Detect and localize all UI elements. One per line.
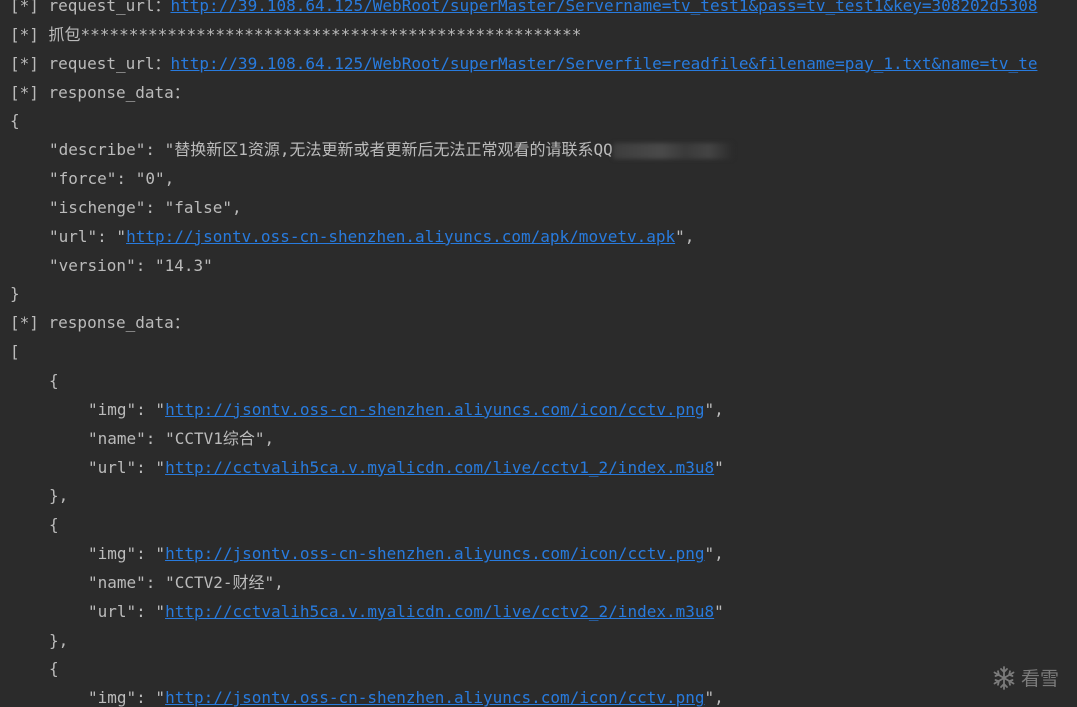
- json-field-url: "url": "http://cctvalih5ca.v.myalicdn.co…: [10, 454, 1077, 483]
- line-text: [*] response_data：: [10, 82, 190, 102]
- line-text: "ischenge": "false",: [49, 197, 242, 217]
- json-field-version: "version": "14.3": [10, 252, 1077, 281]
- request-url-link[interactable]: http://39.108.64.125/WebRoot/superMaster…: [171, 54, 1038, 73]
- line-text: {: [49, 370, 59, 390]
- log-line-response-data: [*] response_data：: [10, 79, 1077, 108]
- json-field-url: "url": "http://jsontv.oss-cn-shenzhen.al…: [10, 223, 1077, 252]
- json-field-img: "img": "http://jsontv.oss-cn-shenzhen.al…: [10, 540, 1077, 569]
- json-field-describe: "describe": "替换新区1资源,无法更新或者更新后无法正常观看的请联系…: [10, 136, 1077, 165]
- line-prefix: "url": ": [88, 601, 166, 621]
- line-suffix: ",: [675, 226, 695, 246]
- json-field-url: "url": "http://cctvalih5ca.v.myalicdn.co…: [10, 598, 1077, 627]
- line-text: },: [49, 486, 69, 506]
- watermark-text: 看雪: [1020, 668, 1059, 690]
- json-field-ischenge: "ischenge": "false",: [10, 194, 1077, 223]
- log-line-capture: [*] 抓包**********************************…: [10, 21, 1077, 50]
- log-line-request-url: [*] request_url：http://39.108.64.125/Web…: [10, 0, 1077, 21]
- line-text: "version": "14.3": [49, 255, 213, 275]
- json-field-name: "name": "CCTV1综合",: [10, 425, 1077, 454]
- json-object-open: {: [10, 367, 1077, 396]
- json-open-brace: {: [10, 107, 1077, 136]
- redacted-blur: [612, 142, 733, 159]
- line-text: [: [10, 342, 20, 362]
- line-text: "name": "CCTV2-财经",: [88, 572, 284, 592]
- line-text: [*] 抓包**********************************…: [10, 24, 582, 44]
- line-text: {: [10, 111, 20, 131]
- line-suffix: ",: [704, 688, 724, 707]
- json-field-name: "name": "CCTV2-财经",: [10, 569, 1077, 598]
- line-prefix: "url": ": [88, 457, 166, 477]
- img-url-link[interactable]: http://jsontv.oss-cn-shenzhen.aliyuncs.c…: [165, 544, 704, 563]
- img-url-link[interactable]: http://jsontv.oss-cn-shenzhen.aliyuncs.c…: [165, 400, 704, 419]
- json-field-img: "img": "http://jsontv.oss-cn-shenzhen.al…: [10, 684, 1077, 707]
- line-prefix: "img": ": [88, 399, 166, 419]
- line-suffix: ",: [704, 544, 724, 564]
- json-field-force: "force": "0",: [10, 165, 1077, 194]
- request-url-link[interactable]: http://39.108.64.125/WebRoot/superMaster…: [171, 0, 1038, 15]
- log-line-request-url: [*] request_url：http://39.108.64.125/Web…: [10, 50, 1077, 79]
- line-suffix: ": [714, 601, 724, 621]
- json-object-open: {: [10, 511, 1077, 540]
- line-prefix: [*] request_url：: [10, 53, 171, 73]
- line-prefix: [*] request_url：: [10, 0, 171, 15]
- line-text: {: [49, 515, 59, 535]
- line-text: },: [49, 630, 69, 650]
- apk-url-link[interactable]: http://jsontv.oss-cn-shenzhen.aliyuncs.c…: [126, 227, 675, 246]
- watermark: 看雪: [991, 664, 1059, 691]
- line-text: "name": "CCTV1综合",: [88, 428, 275, 448]
- line-text: }: [10, 284, 20, 304]
- console-lines: [*] request_url：http://39.108.64.125/Web…: [10, 0, 1077, 707]
- snowflake-icon: [991, 665, 1017, 691]
- json-open-bracket: [: [10, 338, 1077, 367]
- line-prefix: "img": ": [88, 544, 166, 564]
- line-suffix: ",: [704, 399, 724, 419]
- line-prefix: "img": ": [88, 688, 166, 707]
- json-close-brace: }: [10, 280, 1077, 309]
- line-text: "describe": "替换新区1资源,无法更新或者更新后无法正常观看的请联系…: [49, 140, 613, 160]
- img-url-link[interactable]: http://jsontv.oss-cn-shenzhen.aliyuncs.c…: [165, 688, 704, 707]
- log-line-response-data: [*] response_data：: [10, 309, 1077, 338]
- json-object-open: {: [10, 655, 1077, 684]
- stream-url-link[interactable]: http://cctvalih5ca.v.myalicdn.com/live/c…: [165, 458, 714, 477]
- line-text: [*] response_data：: [10, 313, 190, 333]
- line-prefix: "url": ": [49, 226, 127, 246]
- json-object-close: },: [10, 482, 1077, 511]
- line-suffix: ": [714, 457, 724, 477]
- json-object-close: },: [10, 627, 1077, 656]
- line-text: {: [49, 659, 59, 679]
- console-output: [*] request_url：http://39.108.64.125/Web…: [0, 0, 1077, 707]
- json-field-img: "img": "http://jsontv.oss-cn-shenzhen.al…: [10, 396, 1077, 425]
- stream-url-link[interactable]: http://cctvalih5ca.v.myalicdn.com/live/c…: [165, 602, 714, 621]
- line-text: "force": "0",: [49, 169, 175, 189]
